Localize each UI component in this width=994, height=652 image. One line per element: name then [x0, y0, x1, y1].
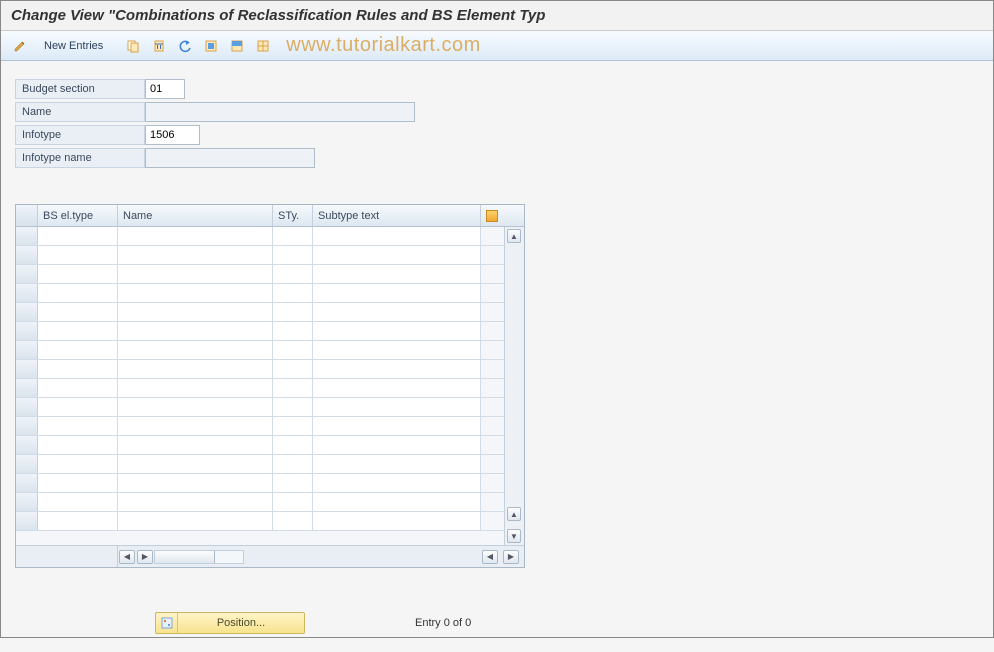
table-row[interactable]: [16, 455, 504, 474]
budget-section-input[interactable]: [145, 79, 185, 99]
grid-col-name[interactable]: Name: [118, 205, 273, 226]
horizontal-scrollbar[interactable]: [154, 550, 244, 564]
select-block-icon[interactable]: [226, 36, 248, 56]
table-row[interactable]: [16, 322, 504, 341]
table-row[interactable]: [16, 303, 504, 322]
grid-header: BS el.type Name STy. Subtype text: [16, 205, 524, 227]
entry-count-text: Entry 0 of 0: [415, 617, 471, 629]
vertical-scrollbar[interactable]: ▲ ▲ ▼: [504, 227, 524, 545]
table-row[interactable]: [16, 417, 504, 436]
position-button-label: Position...: [178, 617, 304, 629]
copy-as-icon[interactable]: [122, 36, 144, 56]
grid-rows: [16, 227, 504, 545]
undo-change-icon[interactable]: [174, 36, 196, 56]
infotype-input[interactable]: [145, 125, 200, 145]
grid-configure-icon[interactable]: [481, 205, 503, 226]
infotype-label: Infotype: [15, 125, 145, 145]
table-row[interactable]: [16, 265, 504, 284]
grid-col-subtype-text[interactable]: Subtype text: [313, 205, 481, 226]
position-button[interactable]: Position...: [155, 612, 305, 634]
scroll-left2-icon[interactable]: ◀: [482, 550, 498, 564]
name-label: Name: [15, 102, 145, 122]
watermark-text: www.tutorialkart.com: [286, 34, 481, 57]
data-grid: BS el.type Name STy. Subtype text: [15, 204, 525, 568]
table-row[interactable]: [16, 341, 504, 360]
toggle-display-change-icon[interactable]: [9, 36, 31, 56]
deselect-all-icon[interactable]: [252, 36, 274, 56]
table-row[interactable]: [16, 436, 504, 455]
scroll-right-icon[interactable]: ▶: [137, 550, 153, 564]
table-row[interactable]: [16, 493, 504, 512]
table-row[interactable]: [16, 227, 504, 246]
infotype-name-label: Infotype name: [15, 148, 145, 168]
name-input: [145, 102, 415, 122]
grid-col-bs-eltype[interactable]: BS el.type: [38, 205, 118, 226]
position-icon: [156, 613, 178, 633]
grid-select-all-header[interactable]: [16, 205, 38, 226]
grid-col-sty[interactable]: STy.: [273, 205, 313, 226]
scroll-left-icon[interactable]: ◀: [119, 550, 135, 564]
table-row[interactable]: [16, 379, 504, 398]
table-row[interactable]: [16, 398, 504, 417]
toolbar: New Entries www.tutorialkart.com: [1, 31, 993, 61]
table-row[interactable]: [16, 512, 504, 531]
new-entries-button[interactable]: New Entries: [35, 37, 112, 55]
table-row[interactable]: [16, 246, 504, 265]
budget-section-label: Budget section: [15, 79, 145, 99]
window-title: Change View "Combinations of Reclassific…: [1, 1, 993, 31]
table-row[interactable]: [16, 360, 504, 379]
scroll-down2-icon[interactable]: ▼: [507, 529, 521, 543]
table-row[interactable]: [16, 284, 504, 303]
scroll-right2-icon[interactable]: ▶: [503, 550, 519, 564]
scroll-down-icon[interactable]: ▲: [507, 507, 521, 521]
table-row[interactable]: [16, 474, 504, 493]
delete-icon[interactable]: [148, 36, 170, 56]
grid-footer: ◀ ▶ ◀ ▶: [16, 545, 524, 567]
select-all-icon[interactable]: [200, 36, 222, 56]
content-area: Budget section Name Infotype Infotype na…: [1, 61, 993, 652]
scroll-up-icon[interactable]: ▲: [507, 229, 521, 243]
infotype-name-input: [145, 148, 315, 168]
